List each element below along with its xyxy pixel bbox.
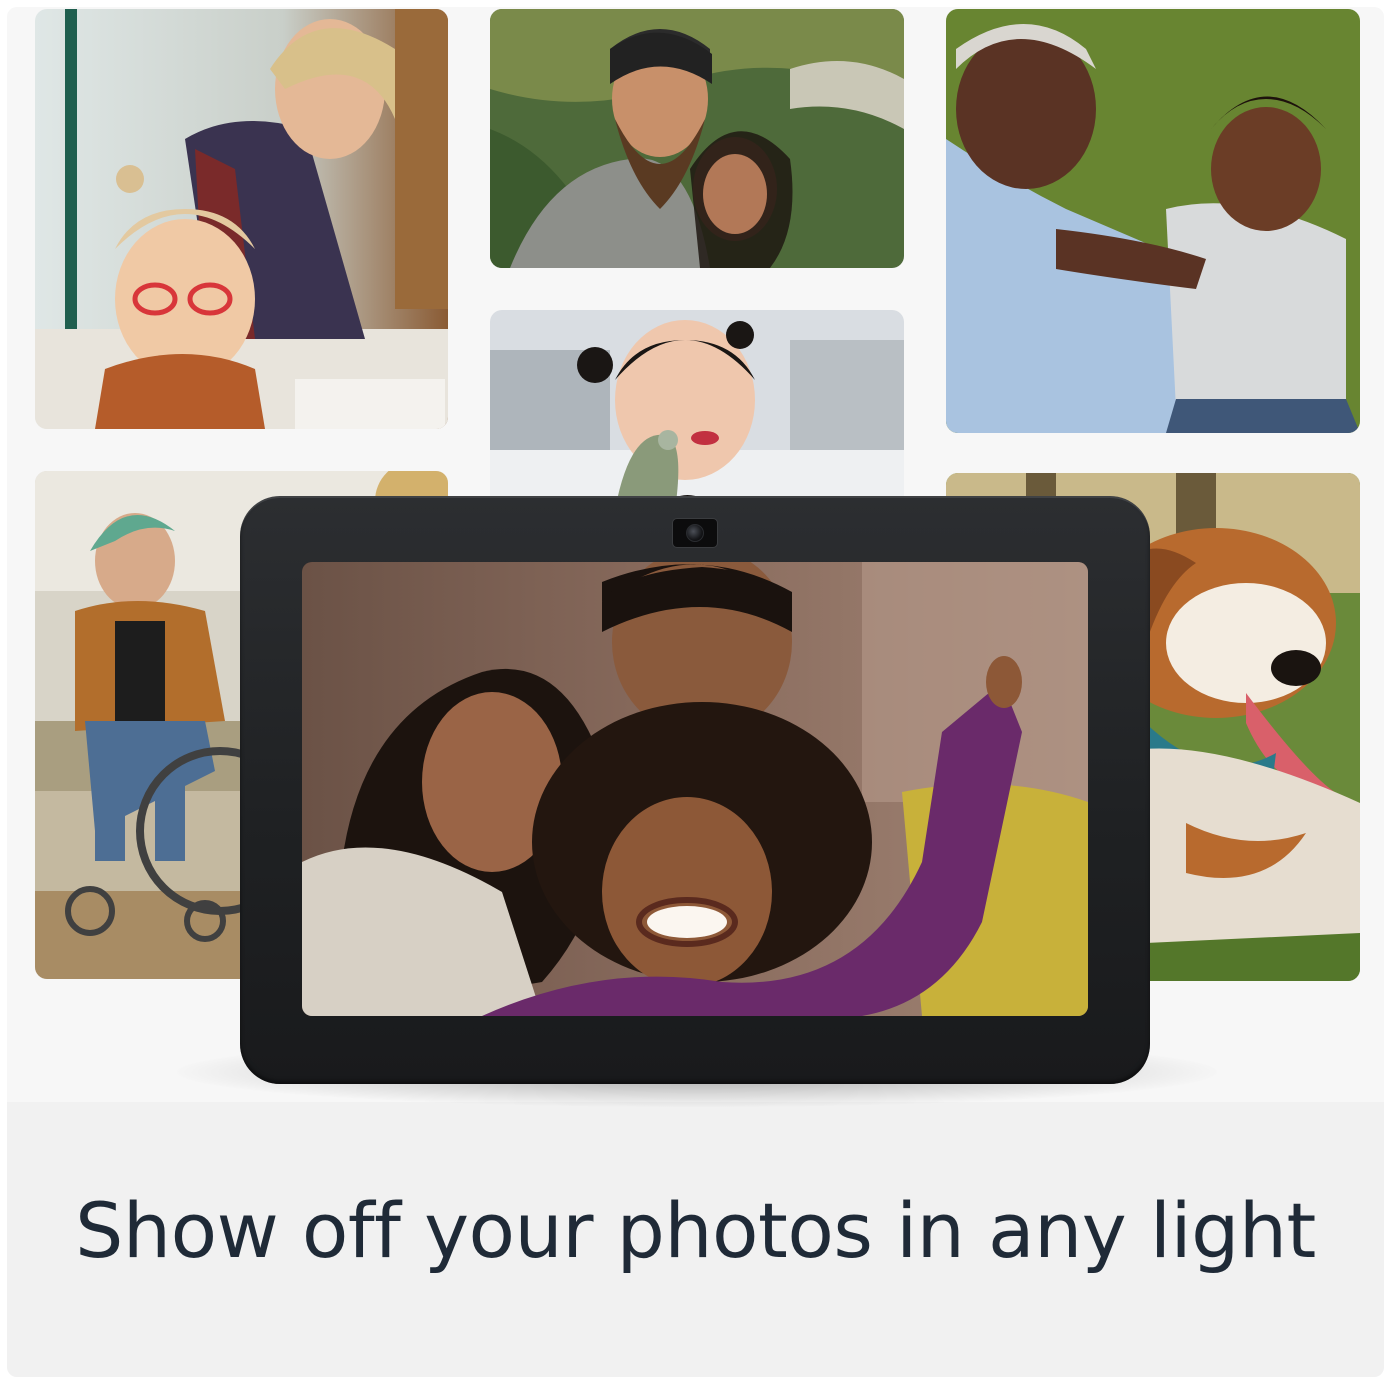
- photo-woman-with-parrot: [490, 310, 904, 510]
- smart-display-device: [240, 496, 1150, 1084]
- photo-couple-selfie: [490, 9, 904, 268]
- device-screen: [302, 562, 1088, 1016]
- headline-caption: Show off your photos in any light: [75, 1186, 1316, 1275]
- camera-lens: [686, 524, 704, 542]
- camera-icon: [672, 518, 718, 548]
- product-image-frame: [7, 7, 1384, 1377]
- photo-mother-and-daughter: [35, 9, 448, 429]
- photo-grandfather-and-grandson: [946, 9, 1360, 433]
